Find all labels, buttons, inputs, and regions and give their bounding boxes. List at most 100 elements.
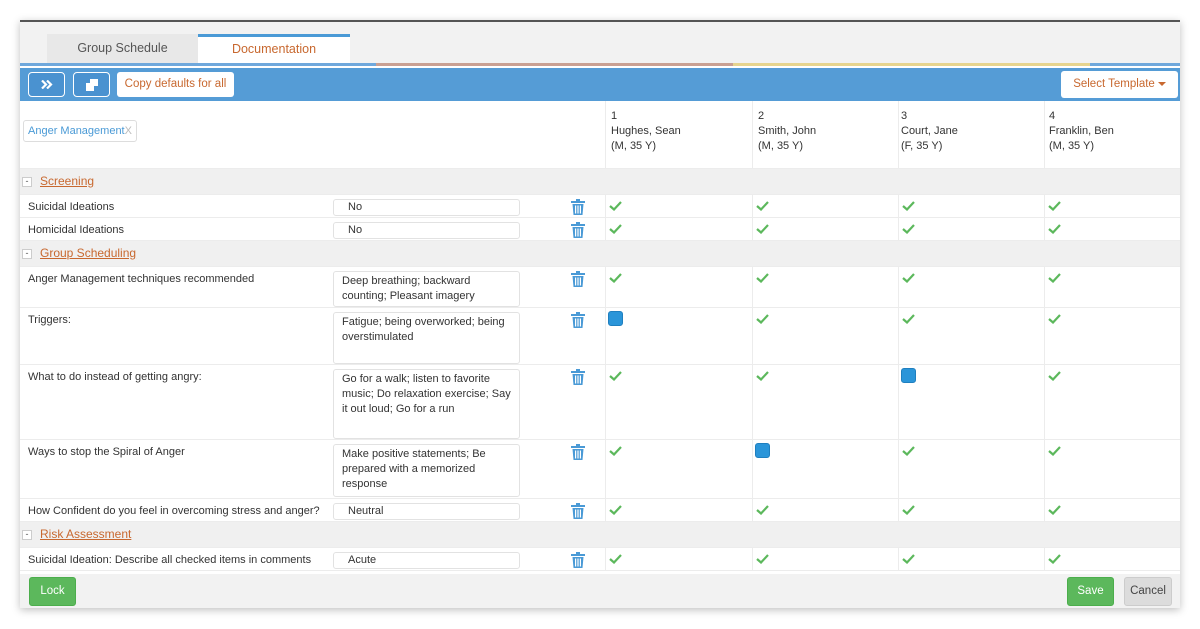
check-icon[interactable] xyxy=(1048,554,1061,564)
check-icon[interactable] xyxy=(609,224,622,234)
collapse-section-toggle[interactable]: - xyxy=(22,249,32,259)
tab-documentation[interactable]: Documentation xyxy=(198,34,350,64)
column-divider xyxy=(898,267,899,307)
patient-name: Franklin, Ben xyxy=(1049,125,1114,137)
check-icon[interactable] xyxy=(609,446,622,456)
column-divider xyxy=(898,440,899,498)
filter-chip-anger-management[interactable]: Anger ManagementX xyxy=(23,120,137,142)
column-divider xyxy=(898,548,899,570)
check-icon[interactable] xyxy=(902,554,915,564)
flagged-response-marker[interactable] xyxy=(608,311,623,326)
flagged-response-marker[interactable] xyxy=(901,368,916,383)
patient-column-header: 1 Hughes, Sean (M, 35 Y) xyxy=(611,109,681,154)
answer-field[interactable]: Acute xyxy=(333,552,520,569)
question-row: Homicidal Ideations No xyxy=(20,218,1180,241)
check-icon[interactable] xyxy=(902,446,915,456)
column-divider xyxy=(752,365,753,439)
check-icon[interactable] xyxy=(756,505,769,515)
check-icon[interactable] xyxy=(756,201,769,211)
check-icon[interactable] xyxy=(902,224,915,234)
copy-button[interactable] xyxy=(73,72,110,97)
check-icon[interactable] xyxy=(902,314,915,324)
check-icon[interactable] xyxy=(756,273,769,283)
trash-icon[interactable] xyxy=(571,503,585,519)
check-icon[interactable] xyxy=(756,371,769,381)
question-row: Anger Management techniques recommended D… xyxy=(20,267,1180,308)
collapse-section-toggle[interactable]: - xyxy=(22,530,32,540)
answer-field[interactable]: Deep breathing; backward counting; Pleas… xyxy=(333,271,520,307)
flagged-response-marker[interactable] xyxy=(755,443,770,458)
check-icon[interactable] xyxy=(609,371,622,381)
section-title[interactable]: Group Scheduling xyxy=(40,246,136,260)
column-divider xyxy=(1044,499,1045,521)
check-icon[interactable] xyxy=(1048,505,1061,515)
answer-field[interactable]: No xyxy=(333,222,520,239)
check-icon[interactable] xyxy=(609,201,622,211)
trash-icon[interactable] xyxy=(571,312,585,328)
patient-info: (F, 35 Y) xyxy=(901,140,943,152)
question-row: Suicidal Ideations No xyxy=(20,195,1180,218)
answer-field[interactable]: Go for a walk; listen to favorite music;… xyxy=(333,369,520,439)
check-icon[interactable] xyxy=(902,273,915,283)
section-title[interactable]: Screening xyxy=(40,174,94,188)
answer-field[interactable]: No xyxy=(333,199,520,216)
question-label: Anger Management techniques recommended xyxy=(28,273,255,285)
remove-filter-icon[interactable]: X xyxy=(125,125,132,137)
column-divider xyxy=(898,308,899,364)
answer-field[interactable]: Neutral xyxy=(333,503,520,520)
column-divider xyxy=(898,195,899,217)
trash-icon[interactable] xyxy=(571,199,585,215)
caret-down-icon xyxy=(1157,81,1166,86)
patient-column-header: 4 Franklin, Ben (M, 35 Y) xyxy=(1049,109,1114,154)
patient-info: (M, 35 Y) xyxy=(758,140,804,152)
check-icon[interactable] xyxy=(1048,371,1061,381)
check-icon[interactable] xyxy=(609,505,622,515)
lock-button[interactable]: Lock xyxy=(29,577,76,606)
patient-number: 3 xyxy=(901,110,908,122)
documentation-window: Group Schedule Documentation Copy defaul… xyxy=(20,20,1180,608)
column-divider xyxy=(752,195,753,217)
patient-number: 1 xyxy=(611,110,618,122)
column-divider xyxy=(898,218,899,240)
column-divider xyxy=(898,499,899,521)
filter-chip-label: Anger Management xyxy=(28,125,125,137)
trash-icon[interactable] xyxy=(571,552,585,568)
check-icon[interactable] xyxy=(1048,314,1061,324)
collapse-section-toggle[interactable]: - xyxy=(22,177,32,187)
check-icon[interactable] xyxy=(902,201,915,211)
trash-icon[interactable] xyxy=(571,271,585,287)
check-icon[interactable] xyxy=(1048,224,1061,234)
forward-button[interactable] xyxy=(28,72,65,97)
column-divider xyxy=(752,218,753,240)
trash-icon[interactable] xyxy=(571,444,585,460)
section-header-row: - Risk Assessment xyxy=(20,522,1180,548)
question-label: Triggers: xyxy=(28,314,71,326)
trash-icon[interactable] xyxy=(571,369,585,385)
check-icon[interactable] xyxy=(756,314,769,324)
tab-underline-segment xyxy=(20,63,376,66)
check-icon[interactable] xyxy=(756,554,769,564)
column-divider xyxy=(898,101,899,168)
copy-defaults-button[interactable]: Copy defaults for all xyxy=(117,72,234,97)
question-row: What to do instead of getting angry: Go f… xyxy=(20,365,1180,440)
check-icon[interactable] xyxy=(609,554,622,564)
check-icon[interactable] xyxy=(902,505,915,515)
tab-group-schedule[interactable]: Group Schedule xyxy=(47,34,198,64)
cancel-button[interactable]: Cancel xyxy=(1124,577,1172,606)
patient-info: (M, 35 Y) xyxy=(611,140,657,152)
answer-field[interactable]: Fatigue; being overworked; being oversti… xyxy=(333,312,520,364)
section-header-row: - Screening xyxy=(20,169,1180,195)
section-title[interactable]: Risk Assessment xyxy=(40,527,131,541)
check-icon[interactable] xyxy=(609,273,622,283)
check-icon[interactable] xyxy=(756,224,769,234)
check-icon[interactable] xyxy=(1048,446,1061,456)
answer-field[interactable]: Make positive statements; Be prepared wi… xyxy=(333,444,520,497)
select-template-dropdown[interactable]: Select Template xyxy=(1061,71,1178,98)
column-divider xyxy=(1044,365,1045,439)
check-icon[interactable] xyxy=(1048,201,1061,211)
save-button[interactable]: Save xyxy=(1067,577,1114,606)
check-icon[interactable] xyxy=(1048,273,1061,283)
trash-icon[interactable] xyxy=(571,222,585,238)
tab-bar: Group Schedule Documentation xyxy=(20,22,1180,64)
question-label: What to do instead of getting angry: xyxy=(28,371,202,383)
